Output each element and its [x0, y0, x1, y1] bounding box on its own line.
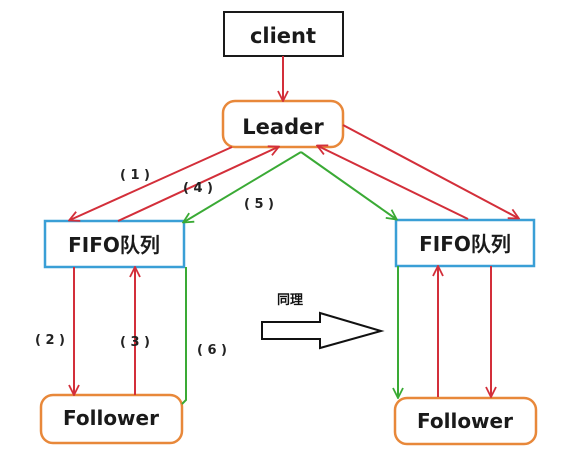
arrow-fifo-right-ack-to-leader	[318, 146, 469, 220]
fifo-queue-left-label: FIFO队列	[68, 233, 160, 257]
client-label: client	[250, 24, 316, 48]
step-label-6: ( 6 )	[197, 343, 227, 358]
likewise-note: 同理	[277, 293, 303, 308]
leader-label: Leader	[242, 115, 324, 139]
fifo-queue-right-label: FIFO队列	[419, 232, 511, 256]
arrow-commit-fifo-left-to-follower-left	[181, 267, 187, 405]
step-label-1: ( 1 )	[120, 168, 150, 183]
follower-right-label: Follower	[417, 409, 513, 433]
follower-left-label: Follower	[63, 406, 159, 430]
likewise-hollow-arrow-icon	[261, 311, 385, 350]
arrow-commit-leader-to-fifo-right	[300, 151, 396, 219]
step-label-2: ( 2 )	[35, 333, 65, 348]
step-label-3: ( 3 )	[120, 335, 150, 350]
step-label-5: ( 5 )	[244, 197, 274, 212]
zab-broadcast-diagram: client Leader FIFO队列 FIFO队列 Follower Fol…	[35, 11, 538, 446]
step-label-4: ( 4 )	[183, 181, 213, 196]
